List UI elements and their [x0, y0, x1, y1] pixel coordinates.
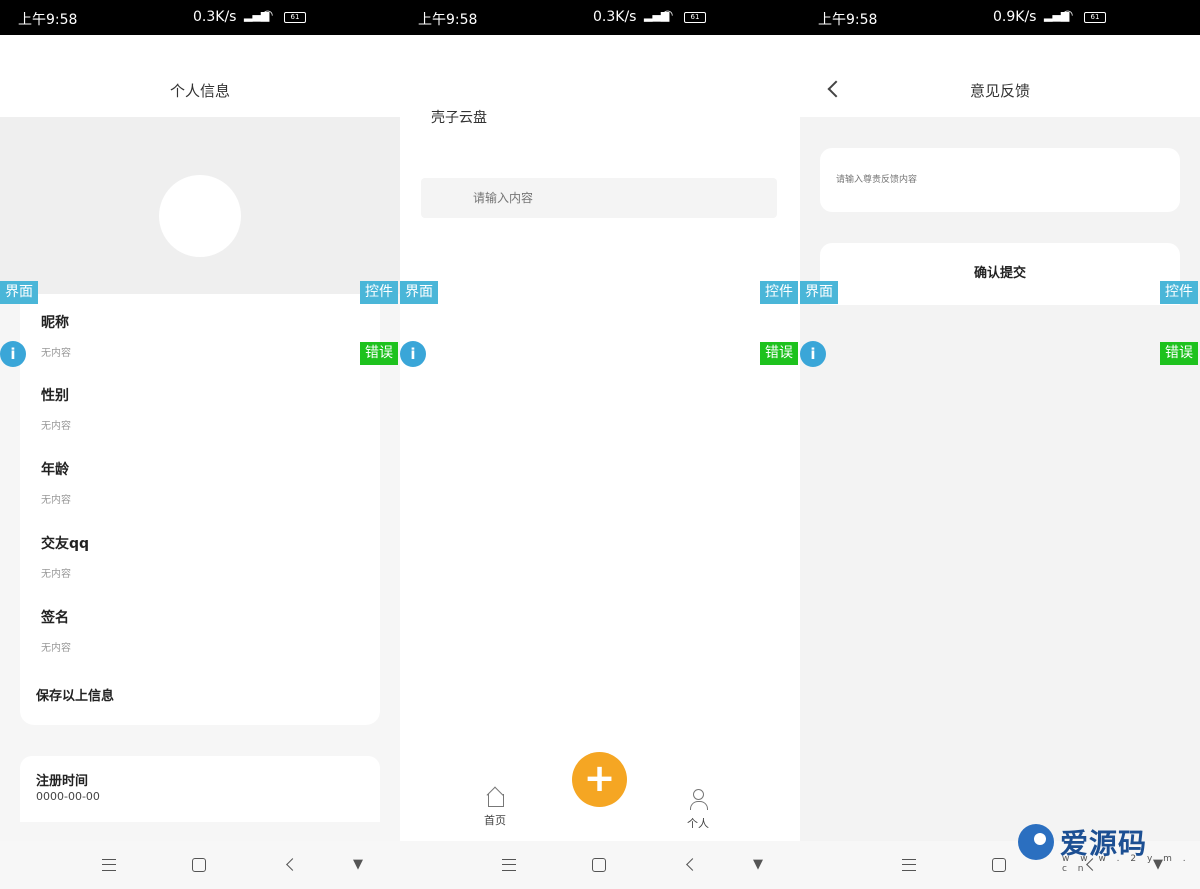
status-bar: 上午9:58 0.3K/s ▂▄▆ ◠ 61	[0, 0, 400, 35]
field-value: 无内容	[41, 569, 71, 580]
field-value: 无内容	[41, 495, 71, 506]
page-title: 意见反馈	[969, 82, 1030, 100]
app-header: 意见反馈	[800, 35, 1200, 117]
field-label: 签名	[41, 610, 69, 626]
wifi-icon: ◠	[262, 8, 274, 23]
menu-icon[interactable]	[102, 859, 116, 871]
status-bar: 上午9:58 0.3K/s ▂▄▆ ◠ 61	[400, 0, 800, 35]
user-icon	[688, 789, 708, 810]
page-title: 个人信息	[169, 82, 230, 100]
wifi-icon: ◠	[662, 8, 674, 23]
avatar[interactable]	[159, 175, 241, 257]
profile-screen: 上午9:58 0.3K/s ▂▄▆ ◠ 61 个人信息 昵称 无内容 性别 无内…	[0, 0, 400, 889]
field-nickname[interactable]: 昵称 无内容	[41, 312, 71, 359]
menu-icon[interactable]	[902, 859, 916, 871]
field-age[interactable]: 年龄 无内容	[41, 459, 71, 506]
home-icon[interactable]	[992, 858, 1006, 872]
register-time-value: 0000-00-00	[36, 790, 100, 803]
widget-tag[interactable]: 控件	[360, 281, 398, 304]
status-bar: 上午9:58 0.9K/s ▂▄▆ ◠ 61	[800, 0, 1200, 35]
ui-tag[interactable]: 界面	[400, 281, 438, 304]
submit-button[interactable]: 确认提交	[820, 243, 1180, 305]
status-time: 上午9:58	[818, 12, 878, 28]
save-button[interactable]: 保存以上信息	[36, 685, 114, 704]
field-value: 无内容	[41, 348, 71, 359]
feedback-screen: 上午9:58 0.9K/s ▂▄▆ ◠ 61 意见反馈 确认提交 ▼	[800, 0, 1200, 889]
widget-tag[interactable]: 控件	[760, 281, 798, 304]
field-value: 无内容	[41, 643, 71, 654]
error-tag[interactable]: 错误	[760, 342, 798, 365]
home-icon[interactable]	[192, 858, 206, 872]
watermark: 爱源码 w w w . 2 y m . c n	[1018, 824, 1198, 874]
battery-icon: 61	[284, 12, 306, 23]
tab-personal-label: 个人	[687, 817, 709, 830]
field-label: 性别	[41, 388, 69, 404]
wifi-icon: ◠	[1062, 8, 1074, 23]
field-qq[interactable]: 交友qq 无内容	[41, 533, 89, 580]
network-speed: 0.3K/s	[193, 9, 237, 25]
home-icon	[485, 788, 505, 807]
battery-icon: 61	[1084, 12, 1106, 23]
status-time: 上午9:58	[418, 12, 478, 28]
network-speed: 0.9K/s	[993, 9, 1037, 25]
ui-tag[interactable]: 界面	[800, 281, 838, 304]
field-label: 昵称	[41, 315, 69, 331]
field-label: 年龄	[41, 462, 69, 478]
home-screen: 上午9:58 0.3K/s ▂▄▆ ◠ 61 壳子云盘 首页 + 个人 ▼	[400, 0, 800, 889]
error-tag[interactable]: 错误	[360, 342, 398, 365]
profile-banner	[0, 117, 400, 294]
assist-icon[interactable]: ▼	[753, 857, 763, 872]
error-tag[interactable]: 错误	[1160, 342, 1198, 365]
tab-home[interactable]: 首页	[484, 788, 506, 828]
field-value: 无内容	[41, 421, 71, 432]
status-time: 上午9:58	[18, 12, 78, 28]
tab-personal[interactable]: 个人	[687, 789, 709, 831]
home-header: 壳子云盘	[400, 35, 800, 245]
search-input[interactable]	[421, 178, 777, 218]
battery-icon: 61	[684, 12, 706, 23]
menu-icon[interactable]	[502, 859, 516, 871]
watermark-logo-icon	[1018, 824, 1054, 860]
feedback-input[interactable]	[820, 148, 1180, 212]
ui-tag[interactable]: 界面	[0, 281, 38, 304]
info-icon[interactable]: i	[0, 341, 26, 367]
home-icon[interactable]	[592, 858, 606, 872]
field-gender[interactable]: 性别 无内容	[41, 385, 71, 432]
tab-home-label: 首页	[484, 814, 506, 827]
system-nav-bar: ▼	[400, 841, 800, 889]
network-speed: 0.3K/s	[593, 9, 637, 25]
register-time-card: 注册时间 0000-00-00	[20, 756, 380, 822]
add-button[interactable]: +	[572, 752, 627, 807]
back-icon[interactable]	[286, 858, 299, 871]
system-nav-bar: ▼	[0, 841, 400, 889]
widget-tag[interactable]: 控件	[1160, 281, 1198, 304]
app-header: 个人信息	[0, 35, 400, 117]
back-icon[interactable]	[686, 858, 699, 871]
watermark-url: w w w . 2 y m . c n	[1062, 854, 1190, 874]
profile-form-card: 昵称 无内容 性别 无内容 年龄 无内容 交友qq 无内容 签名 无内容 保存以…	[20, 294, 380, 725]
assist-icon[interactable]: ▼	[353, 857, 363, 872]
app-title: 壳子云盘	[431, 110, 487, 126]
field-signature[interactable]: 签名 无内容	[41, 607, 71, 654]
info-icon[interactable]: i	[800, 341, 826, 367]
info-icon[interactable]: i	[400, 341, 426, 367]
field-label: 交友qq	[41, 536, 90, 552]
register-time-label: 注册时间	[36, 774, 89, 789]
